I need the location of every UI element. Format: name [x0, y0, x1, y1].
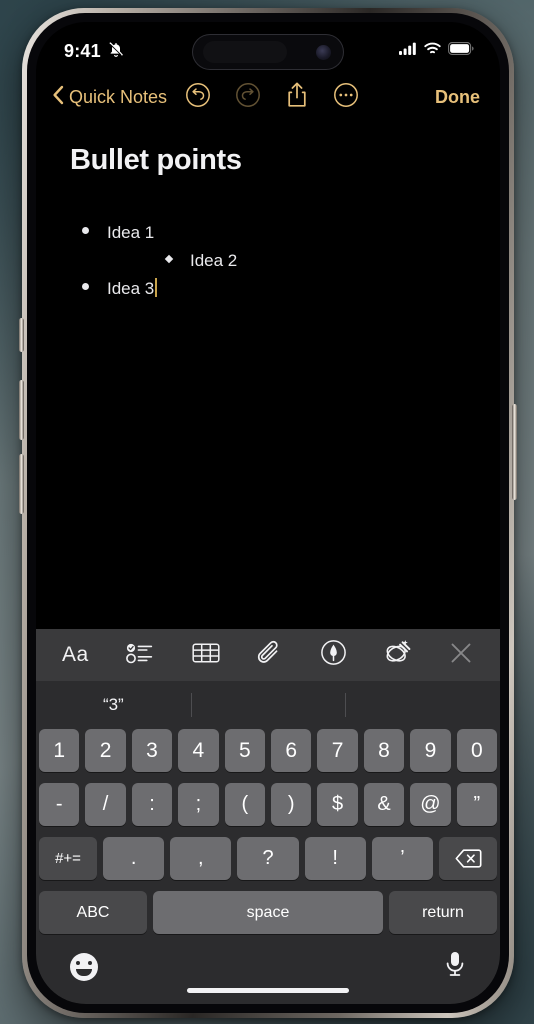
key-at[interactable]: @: [410, 783, 451, 826]
abc-key[interactable]: ABC: [39, 891, 147, 934]
bullet-dot-icon: [82, 283, 89, 290]
nav-icon-group: [185, 81, 359, 114]
apple-intelligence-icon[interactable]: [383, 639, 412, 671]
chevron-left-icon: [52, 85, 64, 110]
key-paren-close[interactable]: ): [271, 783, 312, 826]
list-item-text: Idea 3: [107, 279, 155, 298]
table-icon[interactable]: [191, 640, 221, 671]
battery-full-icon: [448, 42, 474, 60]
key-period[interactable]: .: [103, 837, 165, 880]
close-icon[interactable]: [448, 640, 474, 671]
format-aa-button[interactable]: Aa: [62, 643, 89, 667]
emoji-icon[interactable]: [70, 953, 98, 981]
back-button-label: Quick Notes: [69, 86, 168, 107]
list-item[interactable]: Idea 1: [66, 219, 474, 247]
iphone-device-frame: 9:4 1 Quick Notes Done Bullet points Idea…: [19, 8, 517, 1018]
key-hyphen[interactable]: -: [38, 783, 80, 826]
key-apostrophe[interactable]: ’: [371, 837, 434, 880]
prediction-candidate-3[interactable]: [345, 681, 500, 729]
page-title: Bullet points: [70, 144, 242, 176]
bullet-list: Idea 1 Idea 2 Idea 3: [66, 219, 474, 303]
text-cursor: [155, 278, 158, 297]
bullet-diamond-icon: [164, 254, 174, 264]
earpiece-speaker: [203, 41, 287, 63]
key-7[interactable]: 7: [317, 729, 358, 772]
key-0[interactable]: 0: [456, 729, 498, 772]
on-screen-keyboard: “3” 1 2 3 4 5 6 7 8 9 0 - /: ; () $ & …: [36, 681, 500, 1004]
key-paren-open[interactable]: (: [224, 783, 265, 826]
power-button[interactable]: [512, 404, 517, 500]
wallpaper-backdrop: 9:4 1 Quick Notes Done Bullet points Idea…: [0, 0, 534, 1024]
status-bar: 9:41: [36, 22, 500, 74]
space-key[interactable]: space: [153, 891, 383, 934]
volume-up-button[interactable]: [19, 380, 24, 440]
key-1[interactable]: 1: [38, 729, 80, 772]
return-key[interactable]: return: [389, 891, 497, 934]
key-2[interactable]: 2: [85, 729, 126, 772]
navigation-bar: Quick Notes Done: [36, 74, 500, 120]
undo-icon[interactable]: [185, 82, 211, 113]
key-9[interactable]: 9: [410, 729, 451, 772]
list-item[interactable]: Idea 3: [66, 275, 474, 303]
dynamic-island[interactable]: [192, 34, 344, 70]
key-8[interactable]: 8: [363, 729, 405, 772]
wifi-icon: [424, 42, 441, 60]
prediction-candidate-2[interactable]: [190, 681, 346, 729]
key-comma[interactable]: ,: [170, 837, 232, 880]
keyboard-row-bottom: ABC space return: [36, 891, 500, 934]
back-button[interactable]: Quick Notes: [52, 85, 167, 110]
home-indicator[interactable]: [187, 988, 349, 993]
status-bar-left: 9:41: [64, 41, 124, 62]
share-icon[interactable]: [285, 81, 309, 114]
bell-slash-icon: [108, 41, 124, 62]
front-camera-icon: [316, 44, 331, 60]
keyboard-row-punctuation: #+= . , ? ! ’: [36, 837, 500, 880]
key-colon[interactable]: :: [131, 783, 173, 826]
key-5[interactable]: 5: [224, 729, 265, 772]
key-slash[interactable]: /: [85, 783, 126, 826]
markup-pen-icon[interactable]: [320, 639, 347, 671]
paperclip-icon[interactable]: [257, 639, 283, 672]
keyboard-row-numbers: 1 2 3 4 5 6 7 8 9 0: [36, 729, 500, 772]
predictive-text-bar: “3”: [36, 681, 500, 729]
cellular-signal-icon: [399, 42, 417, 60]
phone-screen: 9:4 1 Quick Notes Done Bullet points Idea…: [36, 22, 500, 1004]
action-button[interactable]: [19, 318, 24, 352]
status-bar-clock: 9:41: [64, 40, 101, 61]
key-dollar[interactable]: $: [317, 783, 358, 826]
key-6[interactable]: 6: [271, 729, 312, 772]
keyboard-bottom-bar: [36, 940, 500, 1002]
checklist-icon[interactable]: [125, 640, 155, 671]
status-bar-right: [399, 42, 474, 60]
format-toolbar: Aa: [36, 629, 500, 681]
key-quote[interactable]: ”: [456, 783, 498, 826]
microphone-icon[interactable]: [444, 950, 466, 985]
volume-down-button[interactable]: [19, 454, 24, 514]
redo-icon[interactable]: [235, 82, 261, 113]
note-editor[interactable]: Bullet points Idea 1 Idea 2 Idea 3: [36, 120, 500, 629]
list-item[interactable]: Idea 2: [66, 247, 474, 275]
done-button[interactable]: Done: [435, 87, 480, 108]
key-3[interactable]: 3: [131, 729, 173, 772]
key-exclamation[interactable]: !: [304, 837, 366, 880]
keyboard-row-symbols: - / : ; ( ) $ & @ ”: [36, 783, 500, 826]
key-semicolon[interactable]: ;: [178, 783, 219, 826]
key-question[interactable]: ?: [237, 837, 299, 880]
key-4[interactable]: 4: [178, 729, 219, 772]
backspace-icon[interactable]: [439, 837, 498, 880]
list-item-text: Idea 2: [190, 251, 238, 270]
key-ampersand[interactable]: &: [363, 783, 405, 826]
symbol-toggle-key[interactable]: #+=: [39, 837, 97, 880]
device-bezel: 9:4 1 Quick Notes Done Bullet points Idea…: [27, 13, 509, 1013]
list-item-text: Idea 1: [107, 223, 155, 242]
prediction-candidate-1[interactable]: “3”: [36, 681, 191, 729]
ellipsis-circle-icon[interactable]: [333, 82, 359, 113]
bullet-dot-icon: [82, 227, 89, 234]
